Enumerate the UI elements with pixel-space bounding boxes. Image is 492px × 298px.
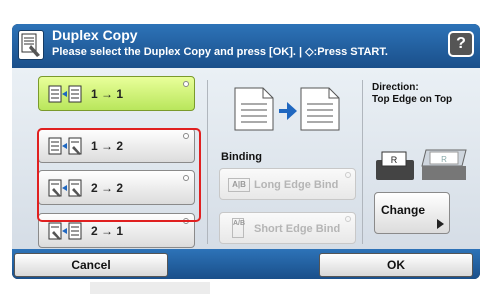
- short-edge-bind-button[interactable]: A/B Short Edge Bind: [219, 212, 356, 244]
- direction-info: Direction: Top Edge on Top: [372, 82, 452, 106]
- main-panel: 1 → 1 1 → 2 2 → 2 2 → 1 Binding A|B Long…: [12, 68, 480, 249]
- scanner-orientation-icon: R R: [374, 146, 470, 182]
- divider: [362, 80, 363, 244]
- page-title: Duplex Copy: [52, 27, 138, 43]
- direction-panel: Direction: Top Edge on Top R R Change: [364, 68, 480, 249]
- title-bar: Duplex Copy Please select the Duplex Cop…: [12, 24, 480, 68]
- indicator-dot: [183, 81, 189, 87]
- direction-label: Direction:: [372, 82, 419, 93]
- ok-button[interactable]: OK: [319, 253, 473, 277]
- mode-list: 1 → 1 1 → 2 2 → 2 2 → 1: [18, 72, 202, 248]
- help-button[interactable]: ?: [448, 31, 474, 57]
- long-edge-bind-button[interactable]: A|B Long Edge Bind: [219, 168, 356, 200]
- mode-button-1-1[interactable]: 1 → 1: [38, 76, 195, 111]
- selection-highlight: [37, 128, 201, 222]
- arrow-right-icon: [437, 219, 444, 229]
- svg-text:R: R: [441, 155, 447, 164]
- short-edge-bind-icon: A/B: [232, 218, 245, 238]
- svg-text:R: R: [391, 155, 398, 165]
- device-base: [12, 279, 480, 298]
- binding-panel: Binding A|B Long Edge Bind A/B Short Edg…: [211, 68, 362, 249]
- indicator-dot: [345, 172, 351, 178]
- direction-value: Top Edge on Top: [372, 94, 453, 105]
- device-base-strip: [90, 282, 210, 294]
- page-subtitle: Please select the Duplex Copy and press …: [52, 46, 388, 58]
- short-edge-bind-label: Short Edge Bind: [254, 223, 341, 235]
- mode-label: 1 → 1: [91, 87, 124, 101]
- binding-label: Binding: [221, 151, 262, 163]
- long-edge-bind-icon: A|B: [228, 178, 250, 192]
- duplex-preview-icon: [233, 82, 341, 137]
- long-edge-bind-label: Long Edge Bind: [254, 179, 339, 191]
- duplex-2-1-icon: [48, 222, 84, 240]
- change-label: Change: [381, 203, 426, 217]
- duplex-copy-icon: [18, 30, 44, 60]
- divider: [207, 80, 208, 244]
- indicator-dot: [345, 216, 351, 222]
- cancel-button[interactable]: Cancel: [14, 253, 168, 277]
- duplex-1-1-icon: [48, 85, 84, 103]
- change-direction-button[interactable]: Change: [374, 192, 450, 234]
- mode-label: 2 → 1: [91, 224, 124, 238]
